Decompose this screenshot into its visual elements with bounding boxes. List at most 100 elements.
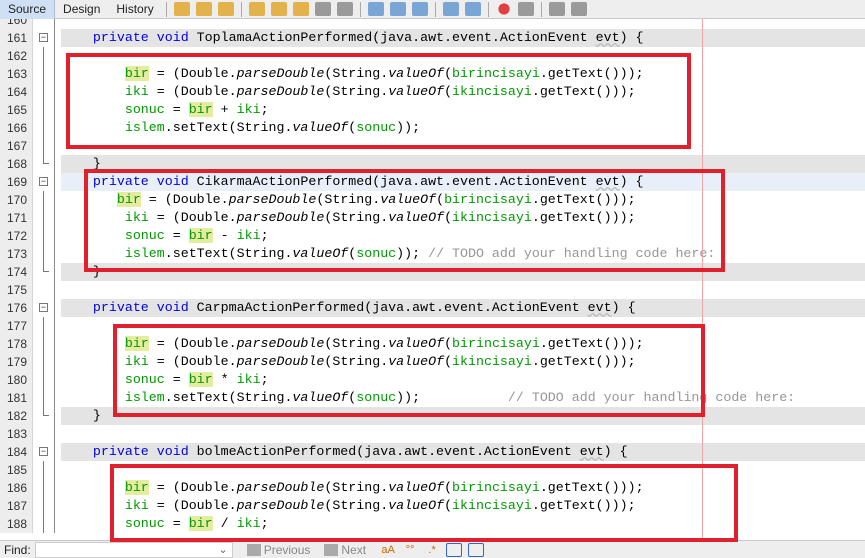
- code-token: private void: [92, 300, 189, 315]
- wrap-around-icon[interactable]: [468, 542, 485, 557]
- toggle-bookmark-icon[interactable]: [411, 2, 428, 16]
- find-selection-icon[interactable]: [248, 2, 265, 16]
- code-token: }: [61, 408, 101, 423]
- fold-line: [43, 317, 44, 335]
- code-line[interactable]: 160: [0, 19, 865, 29]
- code-line[interactable]: 161− private void ToplamaActionPerformed…: [0, 29, 865, 47]
- line-number: 162: [0, 47, 33, 65]
- match-case-icon[interactable]: aA: [380, 543, 396, 557]
- fold-line: [43, 389, 44, 407]
- comment-icon[interactable]: [548, 2, 565, 16]
- fold-gutter: [33, 317, 55, 335]
- shift-right-icon[interactable]: [464, 2, 481, 16]
- tab-source[interactable]: Source: [0, 0, 56, 19]
- fold-line: [43, 353, 44, 371]
- line-number: 182: [0, 407, 33, 425]
- next-button[interactable]: Next: [324, 543, 366, 557]
- code-token: private void: [92, 444, 189, 459]
- code-token: evt: [595, 30, 620, 45]
- fold-gutter: −: [33, 29, 55, 47]
- back-icon[interactable]: [195, 2, 212, 16]
- find-next-icon[interactable]: [292, 2, 309, 16]
- annotation-box: [110, 464, 738, 542]
- code-token: evt: [587, 300, 612, 315]
- line-number: 174: [0, 263, 33, 281]
- fold-line: [43, 515, 44, 533]
- next-bookmark-icon[interactable]: [389, 2, 406, 16]
- code-text: private void CarpmaActionPerformed(java.…: [61, 299, 865, 317]
- fold-gutter: [33, 461, 55, 479]
- find-bar: Find: ⌄ Previous Next aA °° .*: [0, 540, 865, 558]
- fold-gutter: [33, 245, 55, 263]
- fold-gutter: [33, 389, 55, 407]
- fold-gutter: [33, 47, 55, 65]
- collapse-fold-icon[interactable]: −: [39, 447, 48, 456]
- fold-gutter: −: [33, 443, 55, 461]
- toolbar-separator: [540, 1, 542, 17]
- find-input[interactable]: ⌄: [34, 541, 233, 558]
- line-number: 169: [0, 173, 33, 191]
- record-macro-icon[interactable]: [495, 2, 512, 16]
- toggle-highlight-icon[interactable]: [314, 2, 331, 16]
- tab-design[interactable]: Design: [55, 0, 108, 19]
- fold-gutter: −: [33, 299, 55, 317]
- forward-icon[interactable]: [217, 2, 234, 16]
- shift-left-icon[interactable]: [442, 2, 459, 16]
- fold-gutter: [33, 371, 55, 389]
- fold-line: [43, 83, 44, 101]
- code-line[interactable]: 183: [0, 425, 865, 443]
- line-number: 178: [0, 335, 33, 353]
- line-number: 166: [0, 119, 33, 137]
- collapse-fold-icon[interactable]: −: [39, 33, 48, 42]
- collapse-fold-icon[interactable]: −: [39, 177, 48, 186]
- fold-line: [43, 335, 44, 353]
- next-icon: [324, 543, 339, 556]
- whole-words-icon[interactable]: °°: [402, 543, 418, 557]
- annotation-box: [113, 324, 705, 417]
- annotation-box: [66, 53, 691, 149]
- fold-line: [43, 371, 44, 389]
- fold-gutter: [33, 281, 55, 299]
- code-text: private void ToplamaActionPerformed(java…: [61, 29, 865, 47]
- previous-button[interactable]: Previous: [246, 543, 310, 557]
- toolbar-separator: [359, 1, 361, 17]
- fold-gutter: [33, 479, 55, 497]
- fold-gutter: [33, 191, 55, 209]
- code-line[interactable]: 184− private void bolmeActionPerformed(j…: [0, 443, 865, 461]
- fold-line: [43, 191, 44, 209]
- rectangular-select-icon[interactable]: [336, 2, 353, 16]
- line-number: 173: [0, 245, 33, 263]
- previous-bookmark-icon[interactable]: [367, 2, 384, 16]
- fold-gutter: −: [33, 173, 55, 191]
- highlight-results-icon[interactable]: [446, 542, 463, 557]
- uncomment-icon[interactable]: [570, 2, 587, 16]
- annotation-box: [84, 169, 725, 272]
- collapse-fold-icon[interactable]: −: [39, 303, 48, 312]
- fold-gutter: [33, 101, 55, 119]
- code-token: private void: [92, 30, 189, 45]
- fold-line: [43, 479, 44, 497]
- line-number: 167: [0, 137, 33, 155]
- line-number: 165: [0, 101, 33, 119]
- toolbar-separator: [240, 1, 242, 17]
- code-line[interactable]: 175: [0, 281, 865, 299]
- fold-line: [43, 65, 44, 83]
- line-number: 161: [0, 29, 33, 47]
- fold-end-icon: [43, 407, 49, 416]
- code-token: ) {: [619, 30, 644, 45]
- line-number: 176: [0, 299, 33, 317]
- code-token: ToplamaActionPerformed(java.awt.event.Ac…: [188, 30, 596, 45]
- stop-macro-icon[interactable]: [517, 2, 534, 16]
- code-line[interactable]: 176− private void CarpmaActionPerformed(…: [0, 299, 865, 317]
- regex-icon[interactable]: .*: [424, 543, 440, 557]
- fold-gutter: [33, 425, 55, 443]
- tab-history[interactable]: History: [108, 0, 161, 19]
- fold-gutter: [33, 227, 55, 245]
- find-previous-icon[interactable]: [270, 2, 287, 16]
- last-edit-icon[interactable]: [173, 2, 190, 16]
